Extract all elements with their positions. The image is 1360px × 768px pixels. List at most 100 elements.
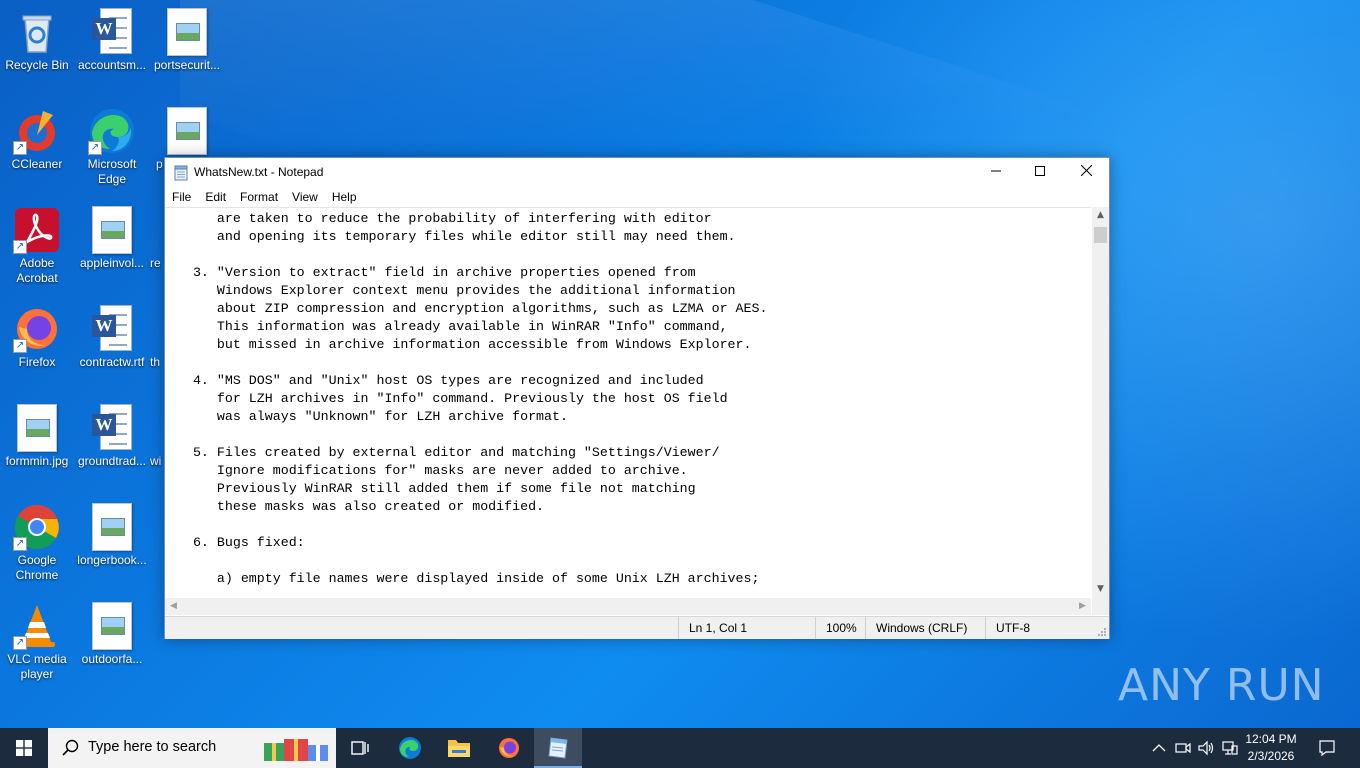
minimize-button[interactable] (973, 158, 1019, 187)
folder-icon (448, 740, 470, 757)
image-file-icon (163, 107, 211, 155)
anyrun-watermark: ANY RUN (1118, 660, 1325, 711)
desktop-icon-label: portsecurit... (153, 58, 221, 72)
windows-logo-icon (16, 740, 32, 756)
vertical-scrollbar[interactable]: ▲ ▼ (1092, 207, 1109, 598)
edge-icon (399, 737, 421, 759)
status-line-ending: Windows (CRLF) (865, 617, 986, 639)
desktop-icon-adobe-acrobat[interactable]: ↗ Adobe Acrobat (0, 200, 74, 286)
image-file-icon (163, 8, 211, 56)
image-file-icon (88, 206, 136, 254)
word-doc-icon: W (88, 404, 136, 452)
desktop-icon-outdoorfa[interactable]: outdoorfa... (75, 596, 149, 667)
close-button[interactable] (1063, 158, 1109, 187)
maximize-icon (1035, 166, 1045, 176)
desktop-icon-accountsm[interactable]: W accountsm... (75, 2, 149, 73)
show-hidden-icons-chevron-icon[interactable] (1152, 742, 1166, 754)
firefox-icon: ↗ (13, 305, 61, 353)
shortcut-arrow-icon: ↗ (13, 636, 27, 650)
ccleaner-icon: ↗ (13, 107, 61, 155)
notifications-icon[interactable] (1318, 739, 1336, 757)
desktop-icon-label: longerbook... (77, 553, 147, 567)
menu-format[interactable]: Format (233, 187, 285, 207)
scrollbar-corner (1092, 598, 1109, 615)
desktop-icon-label: Google Chrome (15, 553, 59, 582)
horizontal-scrollbar[interactable]: ◀ ▶ (165, 598, 1091, 615)
desktop-icon-portsecurit[interactable]: portsecurit... (150, 2, 224, 73)
desktop-icon-label: groundtrad... (77, 454, 147, 468)
search-placeholder: Type here to search (88, 739, 217, 755)
taskbar-search-box[interactable]: Type here to search (48, 728, 336, 768)
scroll-up-icon[interactable]: ▲ (1092, 207, 1109, 224)
notepad-icon (174, 165, 188, 181)
text-editor[interactable]: are taken to reduce the probability of i… (165, 207, 1091, 599)
start-button[interactable] (0, 728, 48, 768)
task-view-button[interactable] (336, 728, 384, 768)
scroll-down-icon[interactable]: ▼ (1092, 581, 1109, 598)
desktop-icon-ccleaner[interactable]: ↗ CCleaner (0, 101, 74, 172)
document-text[interactable]: are taken to reduce the probability of i… (165, 208, 1091, 588)
shortcut-arrow-icon: ↗ (88, 141, 102, 155)
taskbar-edge[interactable] (386, 728, 434, 768)
desktop-icon-label: appleinvol... (79, 256, 145, 270)
menu-bar: File Edit Format View Help (165, 187, 1109, 207)
status-zoom: 100% (815, 617, 866, 639)
desktop-icon-label: contractw.rtf (79, 355, 145, 369)
title-bar[interactable]: WhatsNew.txt - Notepad (165, 158, 1109, 187)
scroll-thumb[interactable] (1094, 227, 1107, 243)
clock-time: 12:04 PM (1245, 732, 1297, 746)
scroll-left-icon[interactable]: ◀ (165, 598, 182, 615)
volume-icon[interactable] (1198, 740, 1216, 756)
desktop-icon-label: CCleaner (11, 157, 63, 171)
search-icon (62, 739, 79, 756)
shortcut-arrow-icon: ↗ (13, 339, 27, 353)
close-icon (1080, 164, 1092, 177)
minimize-icon (991, 170, 1001, 172)
maximize-button[interactable] (1017, 158, 1063, 187)
desktop-icon-microsoft-edge[interactable]: ↗ Microsoft Edge (75, 101, 149, 187)
taskbar-clock[interactable]: 12:04 PM 2/3/2026 (1240, 731, 1302, 765)
desktop-icon-appleinvol[interactable]: appleinvol... (75, 200, 149, 271)
status-encoding: UTF-8 (985, 617, 1096, 639)
word-doc-icon: W (88, 305, 136, 353)
meet-now-icon[interactable] (1175, 740, 1191, 756)
resize-grip-icon[interactable] (1097, 627, 1107, 637)
chrome-icon: ↗ (13, 503, 61, 551)
network-icon[interactable] (1222, 740, 1238, 756)
menu-edit[interactable]: Edit (198, 187, 233, 207)
taskbar: Type here to search 12:04 PM 2/3/2026 (0, 728, 1360, 768)
recycle-bin-icon (13, 8, 61, 56)
desktop-icon-contractw[interactable]: W contractw.rtf (75, 299, 149, 370)
desktop-icon-label: Adobe Acrobat (16, 256, 58, 285)
notepad-icon (548, 737, 568, 759)
vlc-icon: ↗ (13, 602, 61, 650)
desktop-icon-label: outdoorfa... (81, 652, 143, 666)
desktop-icon-vlc[interactable]: ↗ VLC media player (0, 596, 74, 682)
taskbar-firefox[interactable] (485, 728, 533, 768)
image-file-icon (88, 602, 136, 650)
image-file-icon (88, 503, 136, 551)
desktop-icon-recycle-bin[interactable]: Recycle Bin (0, 2, 74, 73)
acrobat-icon: ↗ (13, 206, 61, 254)
firefox-icon (499, 738, 519, 758)
shortcut-arrow-icon: ↗ (13, 240, 27, 254)
search-highlight-gifts-icon (264, 739, 328, 761)
menu-file[interactable]: File (165, 187, 198, 207)
desktop-icon-firefox[interactable]: ↗ Firefox (0, 299, 74, 370)
shortcut-arrow-icon: ↗ (13, 537, 27, 551)
taskbar-notepad[interactable] (534, 728, 582, 768)
taskbar-file-explorer[interactable] (435, 728, 483, 768)
desktop-icon-google-chrome[interactable]: ↗ Google Chrome (0, 497, 74, 583)
desktop-icon-label: Microsoft Edge (87, 157, 137, 186)
image-file-icon (13, 404, 61, 452)
menu-help[interactable]: Help (325, 187, 364, 207)
task-view-icon (351, 741, 369, 755)
desktop-icon-formmin[interactable]: formmin.jpg (0, 398, 74, 469)
desktop-icon-label: formmin.jpg (5, 454, 69, 468)
notepad-window[interactable]: WhatsNew.txt - Notepad File Edit Format Vie… (164, 157, 1110, 639)
desktop-icon-label: VLC media player (7, 652, 67, 681)
menu-view[interactable]: View (285, 187, 325, 207)
desktop-icon-longerbook[interactable]: longerbook... (75, 497, 149, 568)
desktop-icon-groundtrad[interactable]: W groundtrad... (75, 398, 149, 469)
scroll-right-icon[interactable]: ▶ (1074, 598, 1091, 615)
